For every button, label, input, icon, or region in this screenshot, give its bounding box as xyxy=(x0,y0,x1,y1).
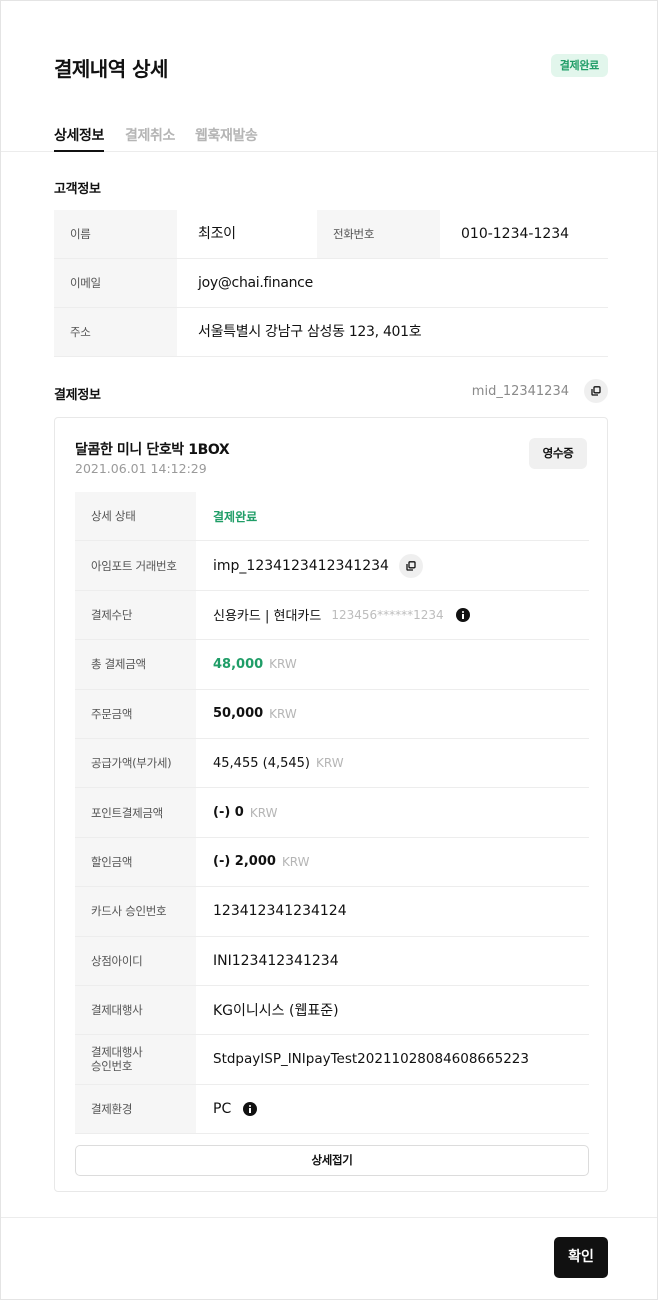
card-approval-value: 123412341234124 xyxy=(213,903,347,920)
table-row: 공급가액(부가세) 45,455 (4,545) KRW xyxy=(75,738,589,789)
env-value: PC xyxy=(213,1100,232,1117)
supply-label: 공급가액(부가세) xyxy=(75,738,196,788)
pg-approval-label-line2: 승인번호 xyxy=(91,1059,133,1074)
customer-table: 이름 최조이 전화번호 010-1234-1234 이메일 joy@chai.f… xyxy=(54,210,608,357)
table-row: 총 결제금액 48,000 KRW xyxy=(75,640,589,690)
discount-value: (-) 2,000 xyxy=(213,854,276,870)
table-row: 카드사 승인번호 123412341234124 xyxy=(75,887,589,937)
merchant-id-value: INI123412341234 xyxy=(213,952,339,969)
customer-row-address: 주소 서울특별시 강남구 삼성동 123, 401호 xyxy=(54,308,608,357)
tab-bar: 상세정보 결제취소 웹훅재발송 xyxy=(1,125,657,152)
payment-section-title: 결제정보 xyxy=(54,388,101,403)
currency-unit: KRW xyxy=(315,756,344,771)
pg-label: 결제대행사 xyxy=(75,985,196,1035)
copy-imp-uid-button[interactable] xyxy=(398,553,423,578)
currency-unit: KRW xyxy=(249,805,278,820)
pg-approval-label-line1: 결제대행사 xyxy=(91,1045,143,1060)
footer-divider xyxy=(1,1217,657,1218)
order-value: 50,000 xyxy=(213,706,264,722)
confirm-button[interactable]: 확인 xyxy=(554,1237,608,1278)
discount-label: 할인금액 xyxy=(75,837,196,887)
supply-value: 45,455 (4,545) xyxy=(213,755,310,771)
table-row: 결제대행사 KG이니시스 (웹표준) xyxy=(75,985,589,1036)
address-value: 서울특별시 강남구 삼성동 123, 401호 xyxy=(198,324,422,340)
total-label: 총 결제금액 xyxy=(75,640,196,689)
name-value: 최조이 xyxy=(198,226,236,242)
imp-uid-label: 아임포트 거래번호 xyxy=(75,541,196,590)
payment-date: 2021.06.01 14:12:29 xyxy=(75,461,207,476)
copy-icon xyxy=(406,560,416,571)
tab-cancel-payment[interactable]: 결제취소 xyxy=(125,125,175,152)
address-label: 주소 xyxy=(54,308,177,356)
table-row: 주문금액 50,000 KRW xyxy=(75,689,589,739)
tab-detail-info[interactable]: 상세정보 xyxy=(54,125,104,152)
payment-card: 달콤한 미니 단호박 1BOX 2021.06.01 14:12:29 영수증 … xyxy=(54,417,608,1192)
name-label: 이름 xyxy=(54,210,177,258)
method-value: 신용카드 | 현대카드 xyxy=(213,609,322,625)
currency-unit: KRW xyxy=(269,657,297,672)
merchant-mid: mid_12341234 xyxy=(471,384,569,399)
payment-detail-panel: 결제내역 상세 결제완료 상세정보 결제취소 웹훅재발송 고객정보 이름 최조이… xyxy=(0,0,658,1300)
table-row: 아임포트 거래번호 imp_1234123412341234 xyxy=(75,541,589,591)
table-row: 결제대행사 승인번호 StdpayISP_INIpayTest2021102808… xyxy=(75,1035,589,1085)
pg-approval-label: 결제대행사 승인번호 xyxy=(75,1035,196,1084)
customer-section-title: 고객정보 xyxy=(54,182,101,197)
env-label: 결제환경 xyxy=(75,1084,196,1134)
point-label: 포인트결제금액 xyxy=(75,788,196,837)
table-row: 상점아이디 INI123412341234 xyxy=(75,936,589,986)
table-row: 결제환경 PC xyxy=(75,1084,589,1135)
tab-webhook-resend[interactable]: 웹훅재발송 xyxy=(195,125,258,152)
receipt-button[interactable]: 영수증 xyxy=(529,438,587,469)
email-label: 이메일 xyxy=(54,259,177,307)
customer-row-name-phone: 이름 최조이 전화번호 010-1234-1234 xyxy=(54,210,608,259)
product-name: 달콤한 미니 단호박 1BOX xyxy=(75,442,230,458)
card-number: 123456******1234 xyxy=(331,607,444,622)
copy-mid-button[interactable] xyxy=(584,379,608,403)
collapse-details-button[interactable]: 상세접기 xyxy=(75,1145,589,1176)
currency-unit: KRW xyxy=(281,854,310,869)
email-value: joy@chai.finance xyxy=(198,275,313,291)
status-label: 상세 상태 xyxy=(75,492,196,541)
table-row: 할인금액 (-) 2,000 KRW xyxy=(75,837,589,888)
page-title: 결제내역 상세 xyxy=(54,57,168,81)
header: 결제내역 상세 결제완료 xyxy=(54,53,608,83)
table-row: 상세 상태 결제완료 xyxy=(75,492,589,542)
imp-uid-value: imp_1234123412341234 xyxy=(213,557,389,574)
order-label: 주문금액 xyxy=(75,689,196,738)
point-value: (-) 0 xyxy=(213,805,244,821)
table-row: 결제수단 신용카드 | 현대카드 123456******1234 xyxy=(75,590,589,641)
copy-icon xyxy=(591,386,601,396)
customer-row-email: 이메일 joy@chai.finance xyxy=(54,259,608,308)
table-row: 포인트결제금액 (-) 0 KRW xyxy=(75,788,589,838)
merchant-id-label: 상점아이디 xyxy=(75,936,196,985)
card-approval-label: 카드사 승인번호 xyxy=(75,887,196,936)
info-icon[interactable] xyxy=(455,607,470,622)
info-icon[interactable] xyxy=(243,1101,258,1116)
pg-approval-value: StdpayISP_INIpayTest20211028084608665223 xyxy=(213,1051,529,1068)
pg-value: KG이니시스 (웹표준) xyxy=(213,1003,339,1020)
currency-unit: KRW xyxy=(269,706,297,721)
total-value: 48,000 xyxy=(213,656,264,672)
status-badge: 결제완료 xyxy=(550,54,608,77)
status-value: 결제완료 xyxy=(213,509,258,524)
payment-detail-table: 상세 상태 결제완료 아임포트 거래번호 imp_123412341234123… xyxy=(75,492,589,1135)
phone-label: 전화번호 xyxy=(317,210,440,258)
method-label: 결제수단 xyxy=(75,590,196,640)
phone-value: 010-1234-1234 xyxy=(461,226,570,242)
